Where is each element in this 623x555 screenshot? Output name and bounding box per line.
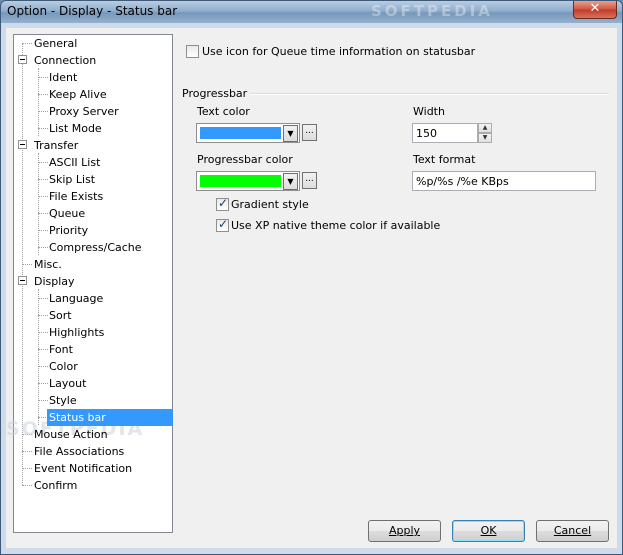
tree-item-file-associations[interactable]: File Associations — [32, 443, 126, 460]
tree-item-misc[interactable]: Misc. — [32, 256, 64, 273]
collapse-display-icon[interactable] — [18, 276, 27, 285]
tree-line — [38, 68, 39, 136]
xp-theme-label: Use XP native theme color if available — [231, 219, 441, 232]
width-input[interactable]: 150 — [412, 123, 478, 143]
tree-line — [22, 468, 32, 469]
tree-item-color[interactable]: Color — [47, 358, 80, 375]
tree-line — [38, 289, 39, 425]
text-format-label: Text format — [413, 153, 476, 166]
tree-item-keep-alive[interactable]: Keep Alive — [47, 86, 109, 103]
spin-up-icon[interactable]: ▲ — [478, 123, 492, 133]
xp-theme-checkbox[interactable] — [216, 217, 229, 232]
tree-item-mouse-action[interactable]: Mouse Action — [32, 426, 110, 443]
text-color-swatch — [200, 127, 281, 139]
close-button[interactable]: ✕ — [573, 1, 617, 19]
spin-down-icon[interactable]: ▼ — [478, 133, 492, 143]
tree-item-compress-cache[interactable]: Compress/Cache — [47, 239, 144, 256]
tree-item-style[interactable]: Style — [47, 392, 79, 409]
collapse-connection-icon[interactable] — [18, 55, 27, 64]
tree-item-sort[interactable]: Sort — [47, 307, 74, 324]
text-color-label: Text color — [197, 105, 250, 118]
progressbar-color-swatch — [200, 175, 281, 187]
queue-icon-label: Use icon for Queue time information on s… — [202, 45, 476, 58]
apply-button[interactable]: Apply — [368, 520, 441, 542]
gradient-style-label: Gradient style — [231, 198, 309, 211]
tree-item-skip-list[interactable]: Skip List — [47, 171, 97, 188]
tree-line — [22, 264, 32, 265]
tree-item-layout[interactable]: Layout — [47, 375, 88, 392]
tree-item-confirm[interactable]: Confirm — [32, 477, 79, 494]
options-window: Option - Display - Status bar SOFTPEDIA … — [0, 0, 623, 555]
title-bar[interactable]: Option - Display - Status bar SOFTPEDIA … — [1, 1, 622, 23]
tree-item-list-mode[interactable]: List Mode — [47, 120, 104, 137]
text-format-input[interactable]: %p/%s /%e KBps — [412, 171, 596, 191]
width-spinner[interactable]: ▲ ▼ — [478, 123, 492, 143]
tree-item-highlights[interactable]: Highlights — [47, 324, 106, 341]
softpedia-watermark: SOFTPEDIA — [371, 2, 493, 20]
tree-item-file-exists[interactable]: File Exists — [47, 188, 105, 205]
text-color-dropdown-icon[interactable]: ▼ — [283, 125, 298, 142]
tree-item-display[interactable]: Display — [32, 273, 77, 290]
progressbar-color-label: Progressbar color — [197, 153, 293, 166]
tree-line — [22, 485, 32, 486]
tree-item-queue[interactable]: Queue — [47, 205, 87, 222]
tree-line — [38, 153, 39, 255]
ok-button[interactable]: OK — [452, 520, 525, 542]
tree-item-priority[interactable]: Priority — [47, 222, 90, 239]
tree-item-language[interactable]: Language — [47, 290, 105, 307]
options-tree[interactable]: SOFTPEDIA General Connection Ident Keep … — [6, 34, 173, 533]
tree-line — [22, 451, 32, 452]
tree-item-ident[interactable]: Ident — [47, 69, 79, 86]
queue-icon-checkbox[interactable] — [186, 45, 199, 58]
group-divider — [250, 93, 609, 95]
window-title: Option - Display - Status bar — [7, 4, 178, 18]
text-color-more-button[interactable]: ... — [302, 124, 317, 141]
progressbar-color-more-button[interactable]: ... — [302, 172, 317, 189]
progressbar-group-label: Progressbar — [182, 87, 248, 100]
cancel-button-label: Cancel — [553, 524, 592, 537]
tree-item-event-notification[interactable]: Event Notification — [32, 460, 134, 477]
width-label: Width — [413, 105, 445, 118]
tree-item-connection[interactable]: Connection — [32, 52, 98, 69]
tree-item-proxy-server[interactable]: Proxy Server — [47, 103, 121, 120]
tree-item-status-bar[interactable]: Status bar — [47, 409, 173, 426]
tree-item-font[interactable]: Font — [47, 341, 75, 358]
apply-button-label: Apply — [388, 524, 421, 537]
progressbar-color-picker[interactable]: ▼ — [196, 171, 300, 191]
text-color-picker[interactable]: ▼ — [196, 123, 300, 143]
progressbar-color-dropdown-icon[interactable]: ▼ — [283, 173, 298, 190]
collapse-transfer-icon[interactable] — [18, 140, 27, 149]
tree-item-ascii-list[interactable]: ASCII List — [47, 154, 102, 171]
gradient-style-checkbox[interactable] — [216, 196, 229, 211]
tree-line — [22, 43, 32, 44]
cancel-button[interactable]: Cancel — [536, 520, 609, 542]
tree-item-transfer[interactable]: Transfer — [32, 137, 80, 154]
dialog-client-area: SOFTPEDIA General Connection Ident Keep … — [6, 28, 617, 548]
ok-button-label: OK — [480, 524, 497, 537]
tree-item-general[interactable]: General — [32, 35, 79, 52]
